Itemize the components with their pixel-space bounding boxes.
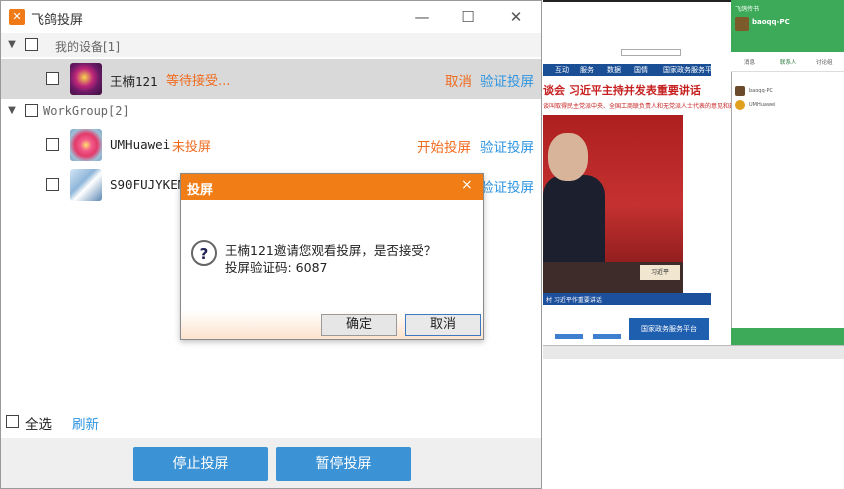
nav-item: 互动 [555, 66, 569, 74]
main-window: ✕ 飞鸽投屏 — ☐ ✕ ▼ 我的设备[1] 王楠121 等待接受... 取消 … [0, 0, 542, 489]
chevron-down-icon[interactable]: ▼ [6, 105, 18, 117]
nav-item: 国家政务服务平台 [663, 66, 719, 74]
device-row[interactable]: UMHuawei 未投屏 开始投屏 验证投屏 [1, 125, 541, 165]
footer-bar [1, 438, 541, 488]
device-checkbox[interactable] [46, 138, 59, 151]
device-checkbox[interactable] [46, 178, 59, 191]
group-checkbox[interactable] [25, 38, 38, 51]
verify-cast-link[interactable]: 验证投屏 [480, 70, 534, 90]
nav-item: 服务 [580, 66, 594, 74]
webpage-search-box [621, 49, 681, 56]
lower-link-button [555, 334, 583, 339]
nav-item: 国情 [634, 66, 648, 74]
device-name: 王楠121 [110, 74, 158, 89]
device-avatar [70, 129, 102, 161]
title-bar: ✕ 飞鸽投屏 — ☐ ✕ [1, 1, 541, 33]
group-label: WorkGroup[2] [43, 104, 130, 118]
news-headline: 谈会 习近平主持并发表重要讲话 [543, 84, 701, 97]
chevron-down-icon[interactable]: ▼ [6, 39, 18, 51]
pause-cast-button[interactable]: 暂停投屏 [276, 447, 411, 481]
ok-button[interactable]: 确定 [321, 314, 397, 336]
chat-user-name: baoqq-PC [752, 18, 790, 26]
dialog-title: 投屏 [187, 183, 214, 198]
device-status: 未投屏 [172, 140, 212, 155]
dialog-header: 投屏 × [181, 174, 483, 200]
chat-footer [731, 328, 844, 345]
device-checkbox[interactable] [46, 72, 59, 85]
group-label: 我的设备[1] [55, 40, 120, 54]
dialog-close-icon[interactable]: × [461, 177, 473, 193]
start-cast-link[interactable]: 开始投屏 [417, 136, 471, 156]
contact-name: baoqq-PC [749, 88, 773, 94]
window-title: 飞鸽投屏 [31, 13, 84, 28]
confirm-dialog: 投屏 × ? 王楠121邀请您观看投屏，是否接受？ 投屏验证码: 6087 确定… [180, 173, 484, 340]
webpage-header [543, 0, 731, 56]
contact-avatar [735, 86, 745, 96]
chat-tab: 联系人 [780, 60, 797, 66]
minimize-button[interactable]: — [399, 1, 445, 33]
close-button[interactable]: ✕ [493, 1, 539, 33]
photo-figure-body [543, 175, 605, 275]
lower-links [543, 318, 627, 340]
cancel-cast-link[interactable]: 取消 [445, 70, 472, 90]
dialog-body: ? 王楠121邀请您观看投屏，是否接受？ 投屏验证码: 6087 [181, 200, 483, 310]
select-all-checkbox[interactable] [6, 415, 19, 428]
select-all-label: 全选 [25, 417, 52, 433]
verify-cast-link[interactable]: 验证投屏 [480, 136, 534, 156]
photo-name-sign: 习近平 [640, 265, 680, 280]
device-status: 等待接受... [166, 74, 231, 89]
chat-app-title: 飞鸽传书 [735, 6, 760, 13]
group-checkbox[interactable] [25, 104, 38, 117]
app-logo-icon: ✕ [9, 9, 25, 25]
nav-item: 数据 [607, 66, 621, 74]
question-icon: ? [191, 240, 217, 266]
chat-tab: 讨论组 [816, 60, 833, 66]
maximize-button[interactable]: ☐ [445, 1, 491, 33]
stop-cast-button[interactable]: 停止投屏 [133, 447, 268, 481]
dialog-message-line2: 投屏验证码: 6087 [225, 260, 328, 275]
lower-link-button [593, 334, 621, 339]
device-avatar [70, 169, 102, 201]
contact-name: UMHuawei [749, 102, 776, 108]
remote-taskbar [543, 345, 844, 359]
group-header-my-devices[interactable]: ▼ 我的设备[1] [1, 33, 541, 57]
refresh-link[interactable]: 刷新 [72, 413, 99, 433]
cancel-button[interactable]: 取消 [405, 314, 481, 336]
news-subline: 谈叫取得民主党派中央、全国工商联负责人和无党派人士代表的意见和建议 [543, 103, 742, 110]
chat-tab: 消息 [744, 60, 756, 66]
contact-avatar [735, 100, 745, 110]
photo-figure-head [548, 133, 588, 181]
group-header-workgroup[interactable]: ▼ WorkGroup[2] [1, 99, 541, 123]
device-name: UMHuawei [110, 137, 171, 152]
verify-cast-link[interactable]: 验证投屏 [480, 176, 534, 196]
photo-caption: 村 习近平作重要讲话 [546, 297, 602, 304]
device-row[interactable]: 王楠121 等待接受... 取消 验证投屏 [1, 59, 541, 99]
gov-service-panel: 国家政务服务平台 [629, 318, 709, 340]
device-avatar [70, 63, 102, 95]
chat-avatar [735, 17, 749, 31]
